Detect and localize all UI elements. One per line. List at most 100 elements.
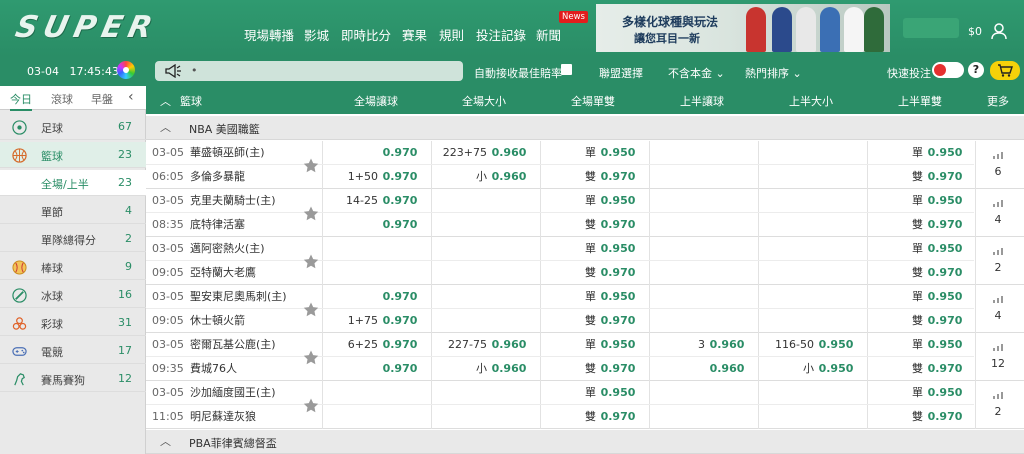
bet-slip-button[interactable]	[990, 61, 1020, 80]
away-team: 費城76人	[190, 362, 237, 375]
collapse-all-icon[interactable]: ︿	[160, 93, 171, 109]
favorite-star-icon[interactable]	[303, 206, 319, 221]
odds-value[interactable]: 0.950	[816, 333, 856, 357]
odds-value[interactable]: 0.950	[925, 237, 965, 261]
odds-value[interactable]: 0.950	[925, 333, 965, 357]
announcement-bar[interactable]: •	[155, 61, 463, 81]
odds-value[interactable]: 0.970	[598, 213, 638, 237]
odds-value[interactable]: 0.970	[598, 261, 638, 285]
sidebar-item-quarter[interactable]: 單節 4	[0, 198, 146, 224]
promo-banner[interactable]: 多樣化球種與玩法 讓您耳目一新	[596, 4, 890, 52]
account-name-box[interactable]	[903, 18, 959, 38]
league-select-button[interactable]: 聯盟選擇	[599, 65, 643, 81]
line-label: 116-50	[775, 338, 814, 351]
more-markets-count[interactable]: 6	[986, 160, 1010, 184]
odds-value[interactable]: 0.970	[598, 405, 638, 429]
odds-value[interactable]: 0.970	[598, 357, 638, 381]
away-team: 多倫多暴龍	[190, 170, 245, 183]
odds-value[interactable]: 0.950	[598, 333, 638, 357]
favorite-star-icon[interactable]	[303, 398, 319, 413]
odds-value[interactable]: 0.970	[925, 213, 965, 237]
sidebar-item-racing[interactable]: 賽馬賽狗 12	[0, 366, 146, 392]
home-team: 密爾瓦基公鹿(主)	[190, 338, 276, 351]
logo[interactable]: SUPER	[12, 10, 161, 45]
sidebar-item-full-half[interactable]: 全場/上半 23	[0, 170, 146, 196]
tab-inplay[interactable]: 滾球	[51, 91, 73, 107]
player-figure	[746, 7, 766, 52]
odds-value[interactable]: 0.950	[598, 141, 638, 165]
odds-value[interactable]: 0.960	[707, 333, 747, 357]
odds-value[interactable]: 0.950	[816, 357, 856, 381]
favorite-star-icon[interactable]	[303, 254, 319, 269]
odds-value[interactable]: 0.960	[489, 357, 529, 381]
odds-value[interactable]: 0.950	[598, 381, 638, 405]
principal-dropdown[interactable]: 不含本金 ⌄	[668, 65, 725, 81]
odds-value[interactable]: 0.960	[707, 357, 747, 381]
odds-value[interactable]: 0.950	[925, 189, 965, 213]
sidebar-item-baseball[interactable]: 棒球 9	[0, 254, 146, 280]
odds-value[interactable]: 0.960	[489, 333, 529, 357]
tab-today[interactable]: 今日	[10, 91, 32, 111]
nav-livescore[interactable]: 即時比分	[341, 25, 391, 44]
tab-early[interactable]: 早盤	[91, 91, 113, 107]
odds-value[interactable]: 0.970	[380, 141, 420, 165]
odds-value[interactable]: 0.970	[380, 309, 420, 333]
sidebar-item-team-total[interactable]: 單隊總得分 2	[0, 226, 146, 252]
odds-value[interactable]: 0.970	[925, 309, 965, 333]
line-label: 雙	[912, 314, 923, 327]
odds-value[interactable]: 0.970	[380, 357, 420, 381]
odds-value[interactable]: 0.950	[925, 141, 965, 165]
sport-title: 籃球	[180, 95, 202, 108]
color-wheel-icon[interactable]	[117, 61, 135, 79]
nav-rules[interactable]: 規則	[439, 25, 464, 44]
quick-bet-toggle[interactable]	[932, 62, 964, 78]
odds-value[interactable]: 0.960	[489, 141, 529, 165]
nav-cinema[interactable]: 影城	[304, 25, 329, 44]
odds-value[interactable]: 0.950	[598, 189, 638, 213]
league-row-nba[interactable]: ︿ NBA 美國職籃	[146, 116, 1024, 140]
odds-value[interactable]: 0.970	[925, 261, 965, 285]
odds-value[interactable]: 0.970	[380, 333, 420, 357]
sidebar-item-soccer[interactable]: 足球 67	[0, 114, 146, 140]
more-markets-count[interactable]: 4	[986, 304, 1010, 328]
favorite-star-icon[interactable]	[303, 350, 319, 365]
favorite-star-icon[interactable]	[303, 302, 319, 317]
odds-value[interactable]: 0.950	[925, 285, 965, 309]
odds-value[interactable]: 0.950	[925, 381, 965, 405]
odds-value[interactable]: 0.970	[925, 165, 965, 189]
odds-value[interactable]: 0.970	[925, 405, 965, 429]
more-markets-count[interactable]: 4	[986, 208, 1010, 232]
league-row-pba[interactable]: ︿ PBA菲律賓總督盃	[146, 430, 1024, 454]
more-markets-count[interactable]: 2	[986, 256, 1010, 280]
odds-value[interactable]: 0.970	[380, 285, 420, 309]
nav-live[interactable]: 現場轉播	[244, 25, 294, 44]
line-label: 雙	[585, 266, 596, 279]
signal-bars-icon	[993, 392, 1003, 399]
signal-bars-icon	[993, 296, 1003, 303]
user-icon[interactable]	[990, 22, 1008, 43]
sidebar-item-basketball[interactable]: 籃球 23	[0, 142, 146, 168]
odds-value[interactable]: 0.970	[380, 189, 420, 213]
sidebar-item-icehockey[interactable]: 冰球 16	[0, 282, 146, 308]
odds-value[interactable]: 0.950	[598, 237, 638, 261]
nav-results[interactable]: 賽果	[402, 25, 427, 44]
favorite-star-icon[interactable]	[303, 158, 319, 173]
more-markets-count[interactable]: 2	[986, 400, 1010, 424]
odds-value[interactable]: 0.960	[489, 165, 529, 189]
odds-value[interactable]: 0.970	[380, 165, 420, 189]
collapse-chevron-icon[interactable]: ‹	[128, 89, 134, 105]
nav-bet-record[interactable]: 投注記錄	[476, 25, 526, 44]
more-markets-count[interactable]: 12	[986, 352, 1010, 376]
sidebar-item-esports[interactable]: 電競 17	[0, 338, 146, 364]
help-icon[interactable]: ?	[968, 62, 984, 78]
nav-news[interactable]: 新聞	[536, 25, 561, 44]
odds-value[interactable]: 0.970	[598, 309, 638, 333]
odds-value[interactable]: 0.970	[380, 213, 420, 237]
auto-accept-checkbox[interactable]	[561, 64, 572, 75]
odds-value[interactable]: 0.950	[598, 285, 638, 309]
odds-value[interactable]: 0.970	[925, 357, 965, 381]
line-label: 1+75	[347, 314, 378, 327]
sidebar-item-lottery[interactable]: 彩球 31	[0, 310, 146, 336]
sort-dropdown[interactable]: 熱門排序 ⌄	[745, 65, 802, 81]
odds-value[interactable]: 0.970	[598, 165, 638, 189]
